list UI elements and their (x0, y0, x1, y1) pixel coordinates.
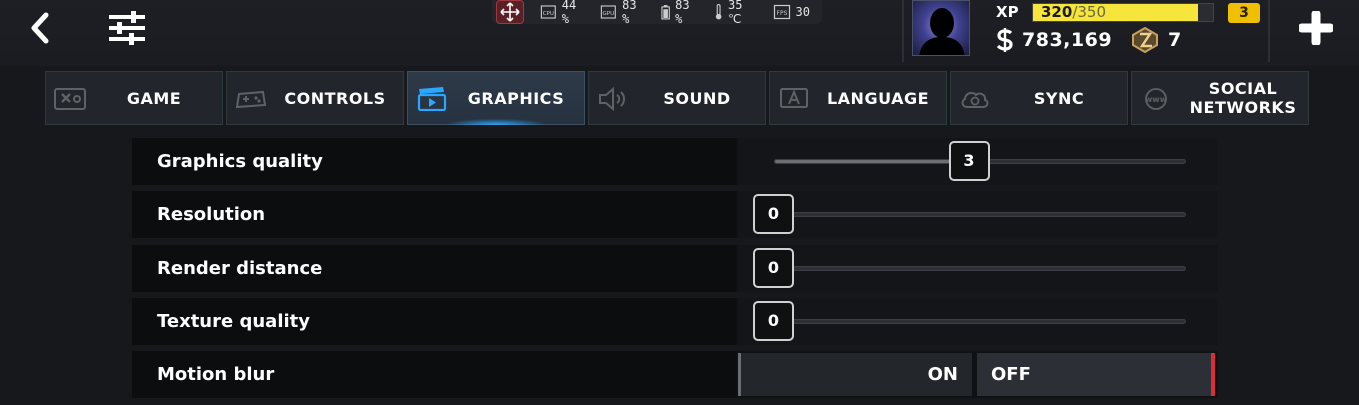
slider-knob[interactable]: 0 (753, 194, 794, 234)
setting-row-resolution: Resolution 0 (132, 191, 1218, 238)
slider-knob[interactable]: 0 (753, 301, 794, 341)
settings-tabs: GAME CONTROLS GRAPHICS SOUND LANGUAGE SY… (45, 71, 1312, 125)
speaker-icon (599, 87, 625, 111)
svg-text:www: www (1145, 95, 1168, 104)
xp-progress-bar: 320/350 (1032, 3, 1214, 22)
setting-label: Graphics quality (132, 138, 736, 185)
temperature-value: 35 ℃ (728, 0, 743, 26)
svg-text:CPU: CPU (543, 11, 554, 17)
back-button[interactable] (22, 10, 58, 46)
slider-knob[interactable]: 0 (753, 248, 794, 288)
game-settings-icon (54, 88, 86, 110)
gpu-stat: GPU 83 % (600, 0, 648, 26)
chevron-left-icon (31, 12, 49, 44)
tab-label: GAME (126, 88, 182, 108)
token-value: 7 (1168, 29, 1182, 51)
tab-label: GRAPHICS (467, 88, 565, 108)
fps-stat: FPS 30 (773, 4, 810, 20)
www-icon: www (1145, 88, 1168, 110)
tab-label: LANGUAGE (826, 88, 930, 108)
user-silhouette-icon (919, 8, 965, 55)
texture-quality-slider[interactable] (774, 319, 1186, 324)
setting-label: Render distance (132, 245, 736, 292)
temperature-stat: 35 ℃ (714, 0, 761, 26)
xp-max: /350 (1072, 3, 1106, 21)
motion-blur-off-button[interactable]: OFF (977, 353, 1215, 396)
setting-row-motion-blur: Motion blur ON OFF (132, 351, 1218, 398)
setting-row-graphics-quality: Graphics quality 3 (132, 138, 1218, 185)
battery-value: 83 % (675, 0, 690, 26)
tab-controls[interactable]: CONTROLS (226, 71, 404, 125)
currency-row: 783,169 7 (994, 26, 1181, 54)
token-icon (1132, 26, 1159, 54)
tab-sound[interactable]: SOUND (588, 71, 766, 125)
language-icon (780, 88, 808, 108)
gpu-chip-icon: GPU (601, 5, 617, 19)
setting-row-render-distance: Render distance 0 (132, 245, 1218, 292)
performance-overlay: CPU 44 % GPU 83 % 83 % 35 ℃ FPS 30 (492, 0, 822, 26)
setting-row-texture-quality: Texture quality 0 (132, 298, 1218, 345)
setting-control: 0 (738, 245, 1218, 292)
setting-label: Resolution (132, 191, 736, 238)
setting-label: Motion blur (132, 351, 736, 398)
gamepad-icon (235, 90, 267, 109)
gpu-value: 83 % (622, 0, 637, 26)
level-badge: 3 (1228, 3, 1260, 23)
overlay-move-handle[interactable] (496, 0, 525, 24)
setting-control: 3 (738, 138, 1218, 185)
profile-divider-left (902, 0, 904, 62)
clapperboard-icon (417, 87, 447, 111)
tab-label: CONTROLS (284, 88, 386, 108)
motion-blur-on-button[interactable]: ON (738, 353, 972, 396)
tab-label: SYNC (1033, 88, 1085, 108)
tab-graphics[interactable]: GRAPHICS (407, 71, 585, 125)
tab-language[interactable]: LANGUAGE (769, 71, 947, 125)
fps-value: 30 (795, 5, 810, 19)
slider-knob[interactable]: 3 (948, 141, 990, 181)
render-distance-slider[interactable] (774, 266, 1186, 271)
dollar-icon (996, 28, 1013, 52)
svg-text:FPS: FPS (776, 10, 787, 17)
battery-icon (661, 5, 670, 20)
setting-control: 0 (738, 191, 1218, 238)
profile-divider-right (1268, 0, 1270, 62)
setting-label: Texture quality (132, 298, 736, 345)
cpu-value: 44 % (561, 0, 577, 26)
sliders-icon (109, 11, 145, 45)
xp-label: XP (996, 3, 1019, 21)
add-currency-button[interactable] (1296, 8, 1336, 48)
avatar[interactable] (912, 0, 970, 56)
resolution-slider[interactable] (774, 212, 1186, 217)
tab-label: SOUND (663, 88, 731, 108)
fps-icon: FPS (773, 4, 790, 20)
battery-stat: 83 % (661, 0, 702, 26)
money-value: 783,169 (1022, 29, 1113, 51)
tab-sync[interactable]: SYNC (950, 71, 1128, 125)
move-arrows-icon (500, 2, 520, 22)
svg-text:GPU: GPU (603, 11, 615, 17)
cpu-stat: CPU 44 % (540, 0, 588, 26)
filters-button[interactable] (104, 8, 150, 48)
thermometer-icon (715, 4, 722, 20)
setting-control: 0 (738, 298, 1218, 345)
plus-icon (1299, 11, 1333, 45)
top-bar: CPU 44 % GPU 83 % 83 % 35 ℃ FPS 30 XP 32… (0, 0, 1359, 66)
cloud-sync-icon (961, 91, 989, 108)
xp-current: 320 (1041, 3, 1073, 21)
tab-social-networks[interactable]: www SOCIAL NETWORKS (1131, 71, 1309, 125)
cpu-chip-icon: CPU (540, 5, 556, 19)
xp-text: 320/350 (1041, 4, 1106, 21)
tab-game[interactable]: GAME (45, 71, 223, 125)
tab-label: SOCIAL NETWORKS (1189, 79, 1297, 117)
